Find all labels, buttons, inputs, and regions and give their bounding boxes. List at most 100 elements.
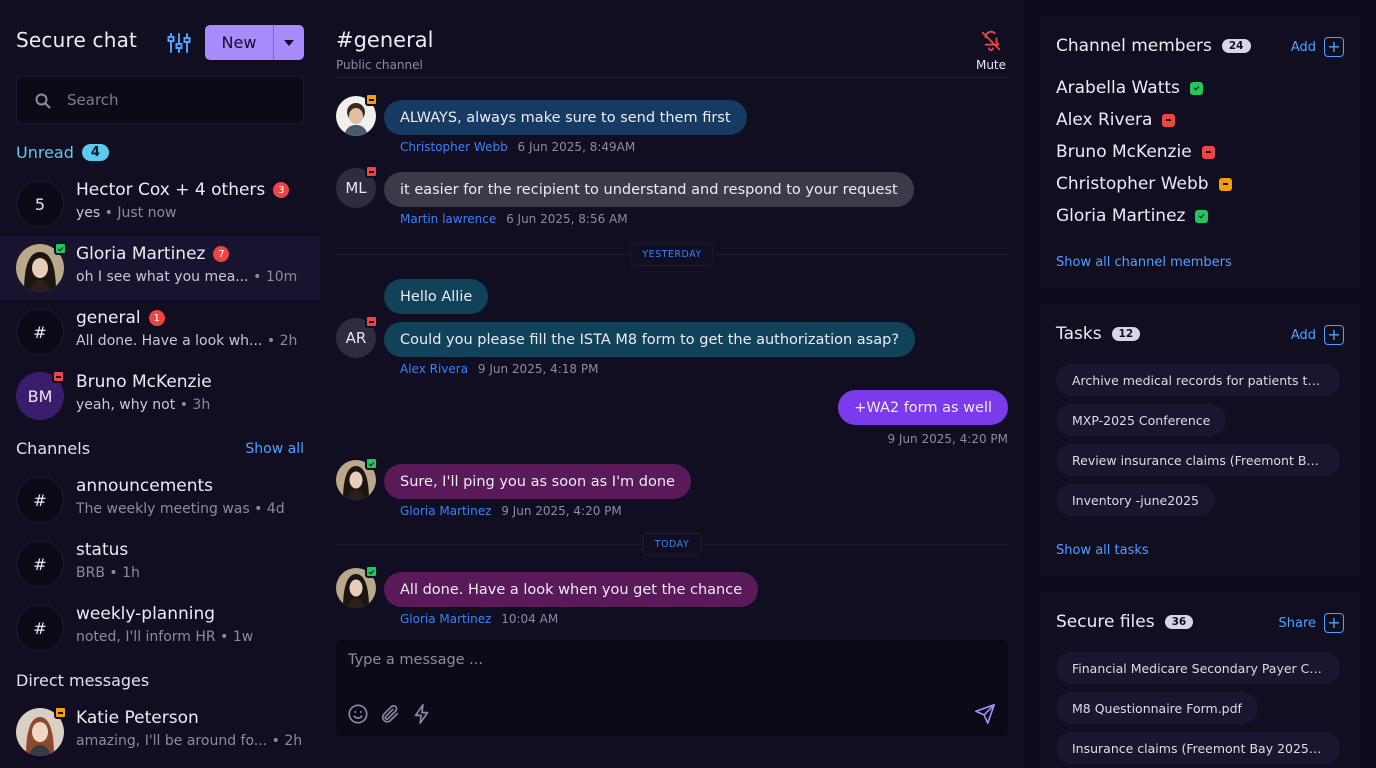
- task-chip[interactable]: Archive medical records for patients tha…: [1056, 364, 1340, 396]
- message-bubble: it easier for the recipient to understan…: [384, 172, 914, 207]
- message-time: 9 Jun 2025, 4:20 PM: [501, 504, 622, 518]
- conversation-name: Gloria Martinez: [76, 244, 206, 264]
- lightning-icon[interactable]: [411, 703, 433, 725]
- member-name: Arabella Watts: [1056, 78, 1180, 98]
- add-task-button[interactable]: Add +: [1291, 325, 1344, 345]
- dm-katie-peterson[interactable]: Katie Peterson amazing, I'll be around f…: [0, 700, 320, 764]
- date-divider: YESTERDAY: [336, 243, 1008, 266]
- preview-text: amazing, I'll be around fo...: [76, 733, 268, 749]
- header-divider: [336, 77, 1008, 78]
- message-meta: Martin lawrence 6 Jun 2025, 8:56 AM: [400, 212, 628, 226]
- preview-text: yes: [76, 205, 101, 221]
- member-name: Gloria Martinez: [1056, 206, 1186, 226]
- preview-time: 2h: [284, 733, 303, 749]
- show-all-tasks-link[interactable]: Show all tasks: [1056, 543, 1149, 558]
- attachment-icon[interactable]: [379, 703, 401, 725]
- plus-icon: +: [1324, 37, 1344, 57]
- message-author[interactable]: Alex Rivera: [400, 362, 468, 376]
- show-all-members-link[interactable]: Show all channel members: [1056, 255, 1232, 270]
- channel-name: announcements: [76, 476, 214, 496]
- task-chip[interactable]: Review insurance claims (Freemont Bay...: [1056, 444, 1340, 476]
- files-count-badge: 36: [1164, 615, 1194, 629]
- search-input[interactable]: [67, 77, 297, 123]
- message-time: 9 Jun 2025, 4:20 PM: [887, 432, 1008, 446]
- online-status-icon: [54, 242, 67, 255]
- message-author[interactable]: Gloria Martinez: [400, 504, 491, 518]
- channel-announcements[interactable]: # announcements The weekly meeting was •…: [0, 468, 320, 532]
- member-name: Bruno McKenzie: [1056, 142, 1192, 162]
- channel-status[interactable]: # status BRB • 1h: [0, 532, 320, 596]
- sidebar: Secure chat New Unread 4 5 Hector Cox + …: [0, 0, 320, 768]
- preview-time: 1w: [232, 629, 254, 645]
- channel-weekly-planning[interactable]: # weekly-planning noted, I'll inform HR …: [0, 596, 320, 660]
- send-icon[interactable]: [974, 703, 996, 725]
- file-chip[interactable]: Insurance claims (Freemont Bay 2025 all.…: [1056, 732, 1340, 764]
- add-member-label: Add: [1290, 39, 1316, 55]
- share-file-button[interactable]: Share +: [1278, 613, 1344, 633]
- conversation-name-row: general 1: [76, 308, 165, 328]
- member-item[interactable]: Alex Rivera: [1056, 110, 1176, 130]
- unread-section-header: Unread 4: [16, 143, 109, 162]
- member-item[interactable]: Gloria Martinez: [1056, 206, 1209, 226]
- channels-section-header: Channels: [16, 439, 91, 458]
- emoji-icon[interactable]: [347, 703, 369, 725]
- channel-preview: BRB • 1h: [76, 565, 140, 581]
- preview-text: noted, I'll inform HR: [76, 629, 216, 645]
- file-chip[interactable]: M8 Questionnaire Form.pdf: [1056, 692, 1258, 724]
- app-title: Secure chat: [16, 28, 138, 52]
- tasks-count-badge: 12: [1111, 327, 1141, 341]
- task-chip[interactable]: MXP-2025 Conference: [1056, 404, 1227, 436]
- preview-text: All done. Have a look wh...: [76, 333, 263, 349]
- hash-icon: #: [16, 476, 64, 524]
- conversation-preview: amazing, I'll be around fo... • 2h: [76, 733, 303, 749]
- conversation-hector-cox-group[interactable]: 5 Hector Cox + 4 others 3 yes • Just now: [0, 172, 320, 236]
- online-status-icon: [365, 457, 378, 470]
- conversation-name: Bruno McKenzie: [76, 372, 212, 392]
- conversation-general[interactable]: # general 1 All done. Have a look wh... …: [0, 300, 320, 364]
- channel-preview: The weekly meeting was • 4d: [76, 501, 285, 517]
- conversation-name: Katie Peterson: [76, 708, 199, 728]
- members-title: Channel members: [1056, 36, 1212, 56]
- file-chip[interactable]: Financial Medicare Secondary Payer Cov..…: [1056, 652, 1340, 684]
- direct-messages-section-header: Direct messages: [16, 671, 150, 690]
- message-bubble: All done. Have a look when you get the c…: [384, 572, 759, 607]
- message-input[interactable]: [348, 652, 988, 678]
- member-item[interactable]: Christopher Webb: [1056, 174, 1232, 194]
- tasks-header: Tasks 12: [1056, 324, 1141, 344]
- message-meta: Christopher Webb 6 Jun 2025, 8:49AM: [400, 140, 635, 154]
- conversation-name: general: [76, 308, 141, 328]
- message-author[interactable]: Gloria Martinez: [400, 612, 491, 626]
- channels-show-all-link[interactable]: Show all: [245, 441, 304, 457]
- add-member-button[interactable]: Add +: [1291, 37, 1344, 57]
- conversation-preview: oh I see what you mea... • 10m: [76, 269, 298, 285]
- bell-off-icon: [981, 30, 1001, 52]
- channel-preview: noted, I'll inform HR • 1w: [76, 629, 254, 645]
- mute-button[interactable]: Mute: [974, 30, 1008, 72]
- details-panel: Channel members 24 Add + Arabella Watts …: [1024, 0, 1376, 768]
- add-task-label: Add: [1290, 327, 1316, 343]
- preview-text: The weekly meeting was: [76, 501, 250, 517]
- new-dropdown-caret-icon[interactable]: [274, 25, 304, 60]
- filter-icon[interactable]: [167, 32, 191, 54]
- date-divider: TODAY: [336, 533, 1008, 556]
- mute-label: Mute: [975, 58, 1007, 72]
- member-name: Christopher Webb: [1056, 174, 1209, 194]
- file-name: Financial Medicare Secondary Payer Cov..…: [1072, 660, 1324, 676]
- member-item[interactable]: Arabella Watts: [1056, 78, 1203, 98]
- plus-icon: +: [1324, 325, 1344, 345]
- member-item[interactable]: Bruno McKenzie: [1056, 142, 1215, 162]
- new-button-label[interactable]: New: [205, 25, 274, 60]
- message-author[interactable]: Christopher Webb: [400, 140, 508, 154]
- message-bubble: ALWAYS, always make sure to send them fi…: [384, 100, 747, 135]
- conversation-bruno-mckenzie[interactable]: BM Bruno McKenzie yeah, why not • 3h: [0, 364, 320, 428]
- preview-time: 3h: [192, 397, 211, 413]
- task-chip[interactable]: Inventory -june2025: [1056, 484, 1216, 516]
- message-bubble: Hello Allie: [384, 279, 489, 314]
- task-title: Review insurance claims (Freemont Bay...: [1072, 452, 1324, 468]
- channel-name: weekly-planning: [76, 604, 216, 624]
- message-bubble: Sure, I'll ping you as soon as I'm done: [384, 464, 691, 499]
- busy-status-icon: [52, 370, 65, 383]
- conversation-gloria-martinez[interactable]: Gloria Martinez 7 oh I see what you mea.…: [0, 236, 320, 300]
- message-author[interactable]: Martin lawrence: [400, 212, 496, 226]
- conversation-name-row: Gloria Martinez 7: [76, 244, 230, 264]
